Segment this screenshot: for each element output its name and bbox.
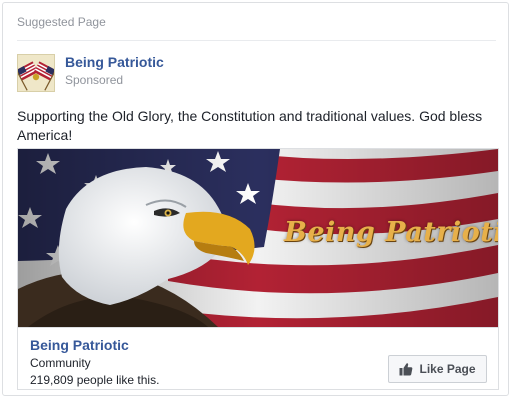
page-name-link[interactable]: Being Patriotic xyxy=(65,54,164,70)
suggested-page-label: Suggested Page xyxy=(17,15,106,29)
image-brand-text: Being Patriotic xyxy=(284,217,499,248)
header-divider xyxy=(17,40,496,41)
thumbs-up-icon xyxy=(399,362,413,376)
ad-image[interactable]: Being Patriotic xyxy=(17,148,499,328)
page-likes-count: 219,809 people like this. xyxy=(30,373,160,387)
footer-page-name-link[interactable]: Being Patriotic xyxy=(30,337,129,353)
page-footer: Being Patriotic Community 219,809 people… xyxy=(17,328,499,390)
like-page-label: Like Page xyxy=(419,362,476,376)
suggested-page-card: Suggested Page Being Patriotic Sponsored… xyxy=(2,2,509,396)
like-page-button[interactable]: Like Page xyxy=(388,355,487,383)
crossed-flags-icon xyxy=(18,55,54,91)
page-category: Community xyxy=(30,356,91,370)
post-text: Supporting the Old Glory, the Constituti… xyxy=(17,108,483,143)
sponsored-label[interactable]: Sponsored xyxy=(65,73,123,87)
page-avatar[interactable] xyxy=(17,54,55,92)
